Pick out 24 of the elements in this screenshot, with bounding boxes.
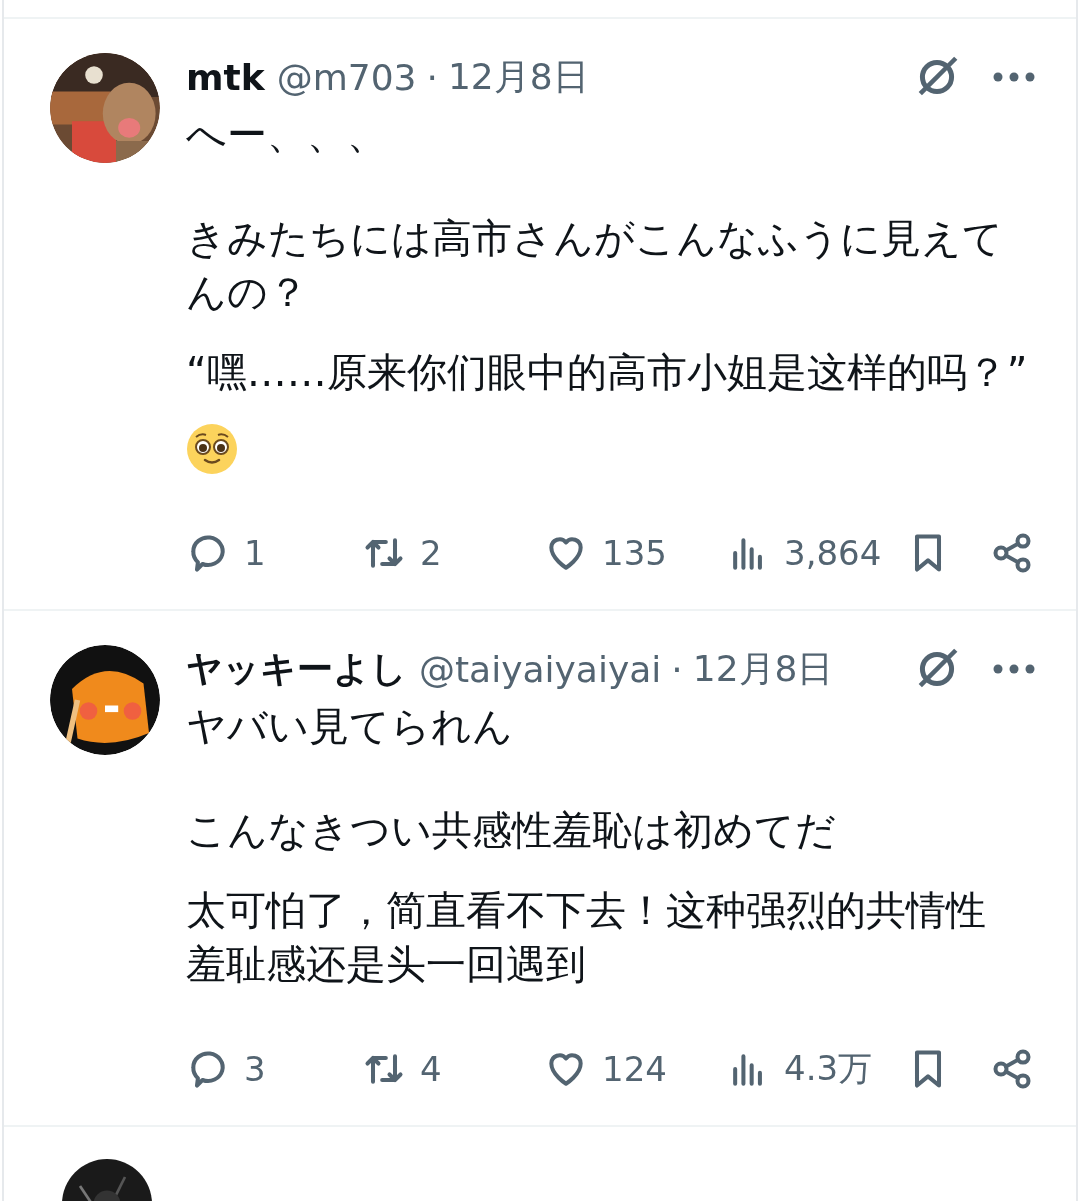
stat-count: 135 <box>602 533 667 573</box>
post-text: ヤバい見てられん <box>186 702 514 751</box>
stat-count: 1 <box>244 533 266 573</box>
stat-count: 3,864 <box>784 533 882 573</box>
user-handle: @m703 <box>276 56 417 98</box>
more-icon[interactable] <box>992 71 1036 83</box>
translation-text: 太可怕了，简直看不下去！这种强烈的共情性羞耻感还是头一回遇到 <box>186 886 987 989</box>
separator-dot: · <box>671 648 683 690</box>
stat-count: 3 <box>244 1049 266 1089</box>
stat-count: 2 <box>420 533 442 573</box>
post-text: へー、、、 <box>186 110 388 159</box>
user-name: ヤッキーよし <box>186 646 407 691</box>
translation-text: “嘿……原来你们眼中的高市小姐是这样的吗？” <box>186 348 1028 397</box>
stat-count: 124 <box>602 1049 667 1089</box>
stat-count: 4 <box>420 1049 442 1089</box>
post-date: 12月8日 <box>447 54 589 99</box>
stat-count: 4.3万 <box>784 1047 873 1090</box>
user-name: mtk <box>186 56 265 98</box>
more-icon[interactable] <box>992 663 1036 675</box>
post-text: こんなきつい共感性羞恥は初めてだ <box>186 806 837 855</box>
user-handle: @taiyaiyaiyai <box>419 648 662 690</box>
post-date: 12月8日 <box>692 646 834 691</box>
post-text: きみたちには高市さんがこんなふうに見えてんの？ <box>186 214 1004 317</box>
separator-dot: · <box>426 56 438 98</box>
